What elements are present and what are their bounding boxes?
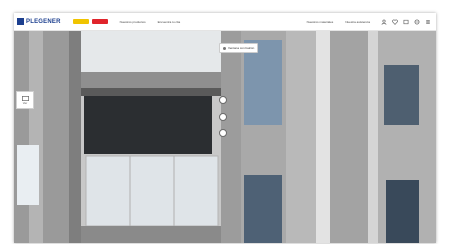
nav-link-support[interactable]: Nuestra asistencia: [345, 20, 370, 24]
nav-link-products[interactable]: Nuestros productos: [120, 20, 146, 24]
nav-link-appointment[interactable]: Encuentra tu cita: [158, 20, 181, 24]
user-icon[interactable]: [381, 19, 387, 25]
tooltip-dot-icon: [223, 46, 226, 50]
browser-viewport: PLEGENER Nuestros productos Encuentra tu…: [14, 13, 436, 243]
hotspot-pin-2[interactable]: [219, 113, 227, 121]
logo-text: PLEGENER: [26, 18, 61, 25]
brand-logo[interactable]: PLEGENER: [17, 18, 61, 25]
tooltip-label: Ventana con balcón: [228, 46, 255, 50]
hotspot-tooltip[interactable]: Ventana con balcón: [219, 43, 259, 53]
side-panel-tab[interactable]: Ver: [16, 91, 34, 109]
menu-icon[interactable]: [425, 19, 431, 25]
globe-icon[interactable]: [414, 19, 420, 25]
hotspot-circle-icon: [219, 129, 227, 137]
promo-badge-yellow[interactable]: [72, 19, 89, 24]
hotspot-pin-3[interactable]: [219, 129, 227, 137]
site-header: PLEGENER Nuestros productos Encuentra tu…: [14, 13, 436, 31]
hotspot-circle-icon: [219, 113, 227, 121]
cart-icon[interactable]: [403, 19, 409, 25]
nav-link-materials[interactable]: Nuestros materiales: [307, 20, 334, 24]
hotspot-pin-1[interactable]: [219, 96, 227, 104]
side-tab-label: Ver: [22, 100, 28, 105]
promo-badge-red[interactable]: [91, 19, 108, 24]
hotspot-circle-icon: [219, 96, 227, 104]
heart-icon[interactable]: [392, 19, 398, 25]
logo-mark-icon: [17, 18, 24, 25]
